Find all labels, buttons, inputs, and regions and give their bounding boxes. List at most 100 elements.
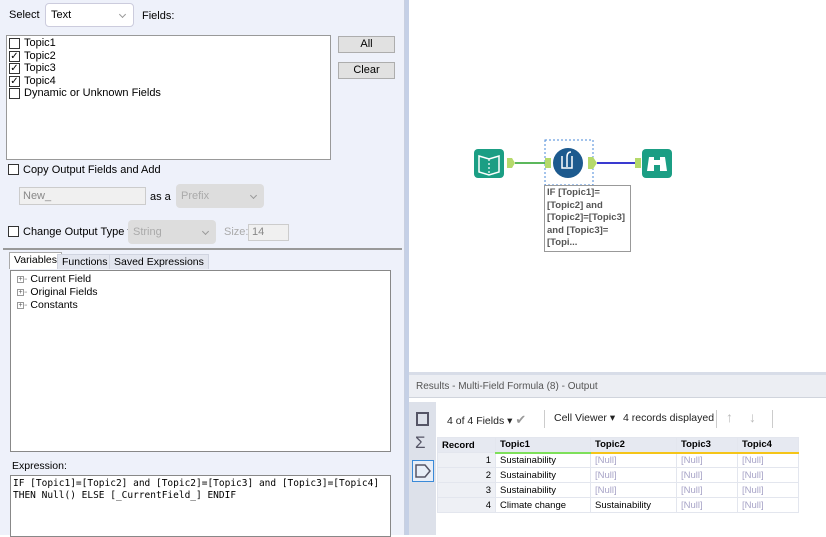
results-panel: Results - Multi-Field Formula (8) - Outp… [409, 372, 826, 535]
column-header[interactable]: Topic4 [737, 437, 799, 454]
table-cell[interactable]: [Null] [590, 482, 677, 498]
table-cell[interactable]: Sustainability [590, 497, 677, 513]
column-header[interactable]: Topic2 [590, 437, 677, 454]
column-header[interactable]: Topic1 [495, 437, 591, 454]
tab-functions[interactable]: Functions [57, 254, 113, 269]
input-anchor[interactable] [545, 158, 551, 168]
configuration-panel: Select Text Fields: Topic1 ✓ Topic2 ✓ Topic3… [0, 0, 405, 537]
multi-field-formula-tool[interactable] [553, 148, 583, 178]
records-displayed: 4 records displayed [623, 412, 715, 424]
annotation-line: [Topic2]=[Topic3] [547, 212, 626, 223]
section-divider [3, 248, 402, 250]
arrow-up-icon[interactable]: ↑ [726, 409, 733, 425]
expand-icon[interactable]: + [17, 301, 24, 309]
chevron-down-icon [201, 227, 210, 236]
field-item[interactable]: ✓ Topic3 [7, 62, 330, 75]
field-checkbox[interactable]: ✓ [9, 75, 20, 87]
chevron-down-icon [249, 191, 258, 200]
table-cell[interactable]: [Null] [676, 452, 738, 468]
tab-saved-expressions[interactable]: Saved Expressions [109, 254, 209, 269]
output-type-value: String [133, 226, 162, 238]
annotation-line: [Topi... [547, 237, 578, 248]
table-cell[interactable]: Sustainability [495, 482, 591, 498]
copy-output-checkbox[interactable] [8, 164, 19, 175]
results-title: Results - Multi-Field Formula (8) - Outp… [409, 372, 826, 398]
field-checkbox[interactable]: ✓ [9, 50, 20, 62]
table-cell[interactable]: [Null] [590, 452, 677, 468]
field-item[interactable]: Dynamic or Unknown Fields [7, 87, 330, 100]
checkmark-icon[interactable]: ✔ [515, 412, 526, 427]
tree-node-label: Current Field [30, 273, 92, 285]
workflow-canvas[interactable]: IF [Topic1]= [Topic2] and [Topic2]=[Topic3… [409, 0, 826, 372]
record-number[interactable]: 1 [437, 452, 496, 468]
toolbar-separator [716, 410, 717, 428]
table-cell[interactable]: [Null] [676, 467, 738, 483]
browse-tool-binoculars-icon[interactable] [642, 149, 672, 178]
column-header[interactable]: Topic3 [676, 437, 738, 454]
field-checkbox[interactable] [9, 38, 20, 49]
record-number[interactable]: 2 [437, 467, 496, 483]
output-anchor[interactable] [507, 158, 515, 168]
table-cell[interactable]: Climate change [495, 497, 591, 513]
table-cell[interactable]: [Null] [676, 497, 738, 513]
expression-line: THEN Null() ELSE [_CurrentField_] ENDIF [13, 490, 237, 501]
select-type-value: Text [51, 9, 72, 21]
change-type-checkbox[interactable] [8, 226, 19, 237]
output-type-dropdown[interactable]: String [128, 220, 216, 244]
tag-icon[interactable] [412, 460, 434, 482]
prefix-dropdown[interactable]: Prefix [176, 184, 264, 208]
table-cell[interactable]: [Null] [590, 467, 677, 483]
table-cell[interactable]: [Null] [737, 467, 799, 483]
field-item[interactable]: Topic1 [7, 37, 330, 50]
table-row: 1 Sustainability [Null] [Null] [Null] [437, 452, 799, 468]
field-checkbox[interactable]: ✓ [9, 63, 20, 74]
output-anchor[interactable] [588, 157, 597, 169]
input-anchor[interactable] [635, 158, 641, 168]
expand-icon[interactable]: + [17, 275, 24, 283]
table-cell[interactable]: [Null] [676, 482, 738, 498]
field-item[interactable]: ✓ Topic4 [7, 75, 330, 88]
select-type-dropdown[interactable]: Text [45, 3, 134, 27]
field-item[interactable]: ✓ Topic2 [7, 50, 330, 63]
expression-label: Expression: [12, 460, 67, 472]
annotation-line: and [Topic3]= [547, 224, 609, 236]
new-field-input[interactable]: New_ [19, 187, 146, 205]
table-cell[interactable]: Sustainability [495, 452, 591, 468]
cell-viewer-dropdown[interactable]: Cell Viewer ▾ [554, 412, 615, 424]
fields-label: Fields: [142, 10, 175, 22]
annotation-line: IF [Topic1]= [547, 187, 600, 198]
arrow-down-icon[interactable]: ↓ [749, 409, 756, 425]
table-cell[interactable]: [Null] [737, 482, 799, 498]
input-data-tool[interactable] [474, 149, 504, 178]
fields-dropdown-label: 4 of 4 Fields [447, 415, 505, 427]
table-cell[interactable]: [Null] [737, 497, 799, 513]
sigma-icon[interactable]: Σ [415, 434, 426, 451]
data-grid-icon[interactable] [416, 412, 429, 426]
chevron-down-icon [118, 10, 127, 19]
field-checkbox[interactable] [9, 88, 20, 99]
table-cell[interactable]: Sustainability [495, 467, 591, 483]
caret-down-icon: ▾ [609, 412, 616, 424]
fields-dropdown[interactable]: 4 of 4 Fields ▾ ✔ [447, 412, 526, 428]
size-input[interactable]: 14 [248, 224, 289, 241]
field-label: Topic3 [24, 62, 56, 74]
record-number[interactable]: 4 [437, 497, 496, 513]
tree-node[interactable]: +- Constants [17, 299, 390, 312]
size-label: Size: [224, 226, 249, 238]
tab-variables[interactable]: Variables [9, 252, 62, 269]
expression-editor[interactable]: IF [Topic1]=[Topic2] and [Topic2]=[Topic… [10, 475, 391, 537]
cell-viewer-label: Cell Viewer [554, 412, 607, 424]
clear-button[interactable]: Clear [338, 62, 395, 79]
column-header[interactable]: Record [437, 437, 496, 453]
table-row: 4 Climate change Sustainability [Null] [Null… [437, 497, 799, 513]
tree-node-label: Original Fields [30, 286, 98, 298]
fields-list: Topic1 ✓ Topic2 ✓ Topic3 ✓ Topic4 Dynamic or Un… [6, 35, 331, 160]
all-button[interactable]: All [338, 36, 395, 53]
record-number[interactable]: 3 [437, 482, 496, 498]
tree-node[interactable]: +- Original Fields [17, 286, 390, 299]
expand-icon[interactable]: + [17, 288, 24, 296]
tree-node[interactable]: +- Current Field [17, 273, 390, 286]
select-label: Select [9, 9, 40, 21]
field-label: Topic2 [24, 49, 56, 62]
table-cell[interactable]: [Null] [737, 452, 799, 468]
